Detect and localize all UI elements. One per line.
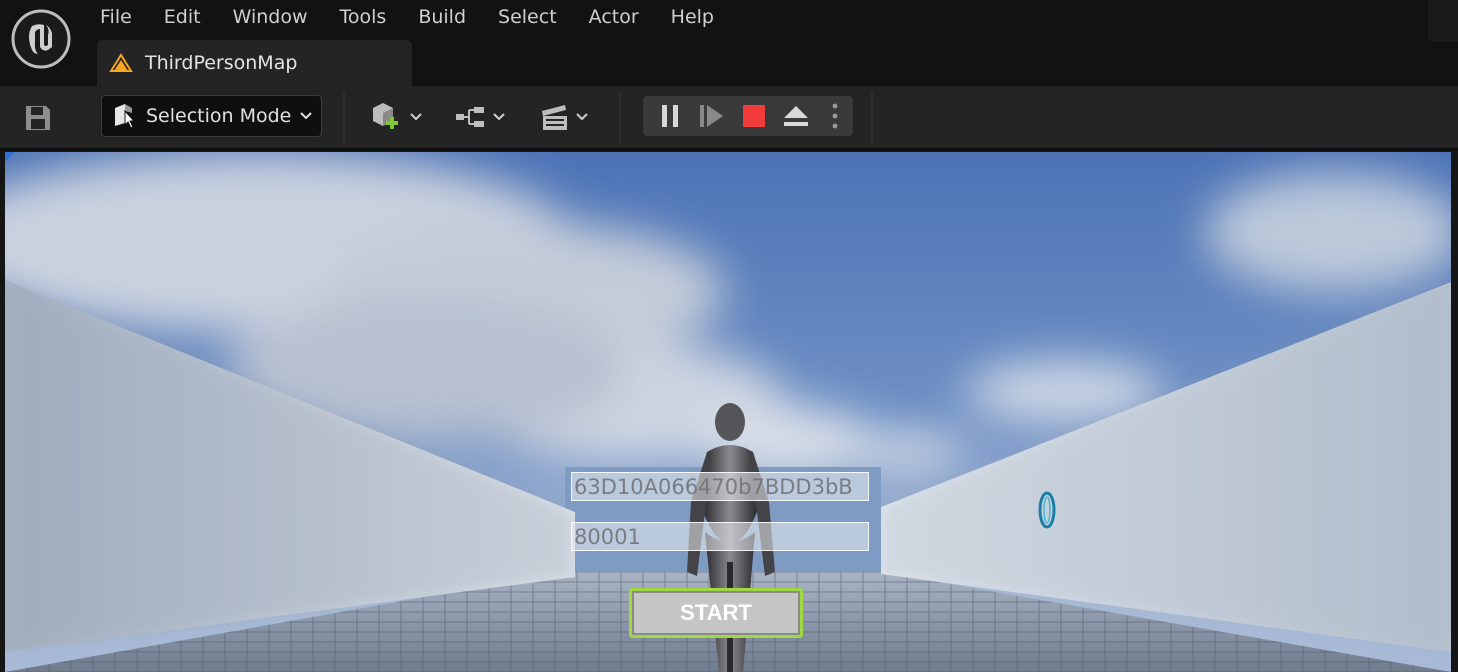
toolbar-separator (619, 92, 621, 144)
title-bar: File Edit Window Tools Build Select Acto… (0, 0, 1458, 86)
selection-mode-icon (115, 104, 136, 129)
tab-level[interactable]: ThirdPersonMap (97, 40, 412, 86)
save-button[interactable] (18, 98, 58, 138)
blueprint-icon (456, 107, 484, 127)
menu-tools[interactable]: Tools (324, 0, 403, 34)
play-controls (643, 96, 853, 136)
menu-bar: File Edit Window Tools Build Select Acto… (84, 0, 730, 34)
toolbar-separator (871, 92, 873, 144)
selection-mode-dropdown[interactable]: Selection Mode (101, 95, 322, 137)
pause-button[interactable] (649, 96, 691, 136)
more-options-icon (832, 103, 838, 129)
stop-button[interactable] (733, 96, 775, 136)
cinematics-icon (542, 105, 567, 130)
portal-ring-icon (1038, 491, 1056, 529)
chevron-down-icon (493, 113, 505, 121)
blueprint-dropdown[interactable] (449, 98, 511, 136)
pause-icon (662, 105, 678, 127)
start-button[interactable]: START (629, 588, 803, 638)
eject-icon (784, 106, 808, 126)
eject-button[interactable] (775, 96, 817, 136)
chevron-down-icon (300, 112, 313, 120)
more-options-button[interactable] (817, 96, 853, 136)
step-forward-button[interactable] (691, 96, 733, 136)
game-viewport[interactable]: START (5, 152, 1451, 672)
add-actor-icon (373, 103, 398, 129)
level-icon (109, 53, 133, 72)
id-input[interactable] (572, 473, 868, 500)
viewport-corner-marker (5, 152, 15, 162)
add-actor-dropdown[interactable] (366, 98, 426, 136)
id-input-field[interactable] (571, 472, 869, 501)
chevron-down-icon (576, 113, 588, 121)
save-icon (26, 106, 50, 130)
menu-file[interactable]: File (84, 0, 148, 34)
menu-actor[interactable]: Actor (573, 0, 655, 34)
menu-select[interactable]: Select (482, 0, 573, 34)
menu-help[interactable]: Help (655, 0, 730, 34)
selection-mode-label: Selection Mode (146, 105, 292, 127)
menu-window[interactable]: Window (217, 0, 324, 34)
toolbar-separator (343, 92, 345, 144)
tab-label: ThirdPersonMap (145, 52, 298, 74)
menu-edit[interactable]: Edit (148, 0, 217, 34)
main-toolbar: Selection Mode (0, 86, 1458, 151)
step-forward-icon (700, 105, 723, 127)
cinematics-dropdown[interactable] (533, 98, 595, 136)
port-input-field[interactable] (571, 522, 869, 551)
unreal-engine-logo-icon[interactable] (10, 8, 72, 70)
stop-icon (743, 105, 765, 127)
menu-build[interactable]: Build (402, 0, 482, 34)
port-input[interactable] (572, 523, 868, 550)
window-controls[interactable] (1428, 0, 1458, 42)
chevron-down-icon (410, 113, 422, 121)
